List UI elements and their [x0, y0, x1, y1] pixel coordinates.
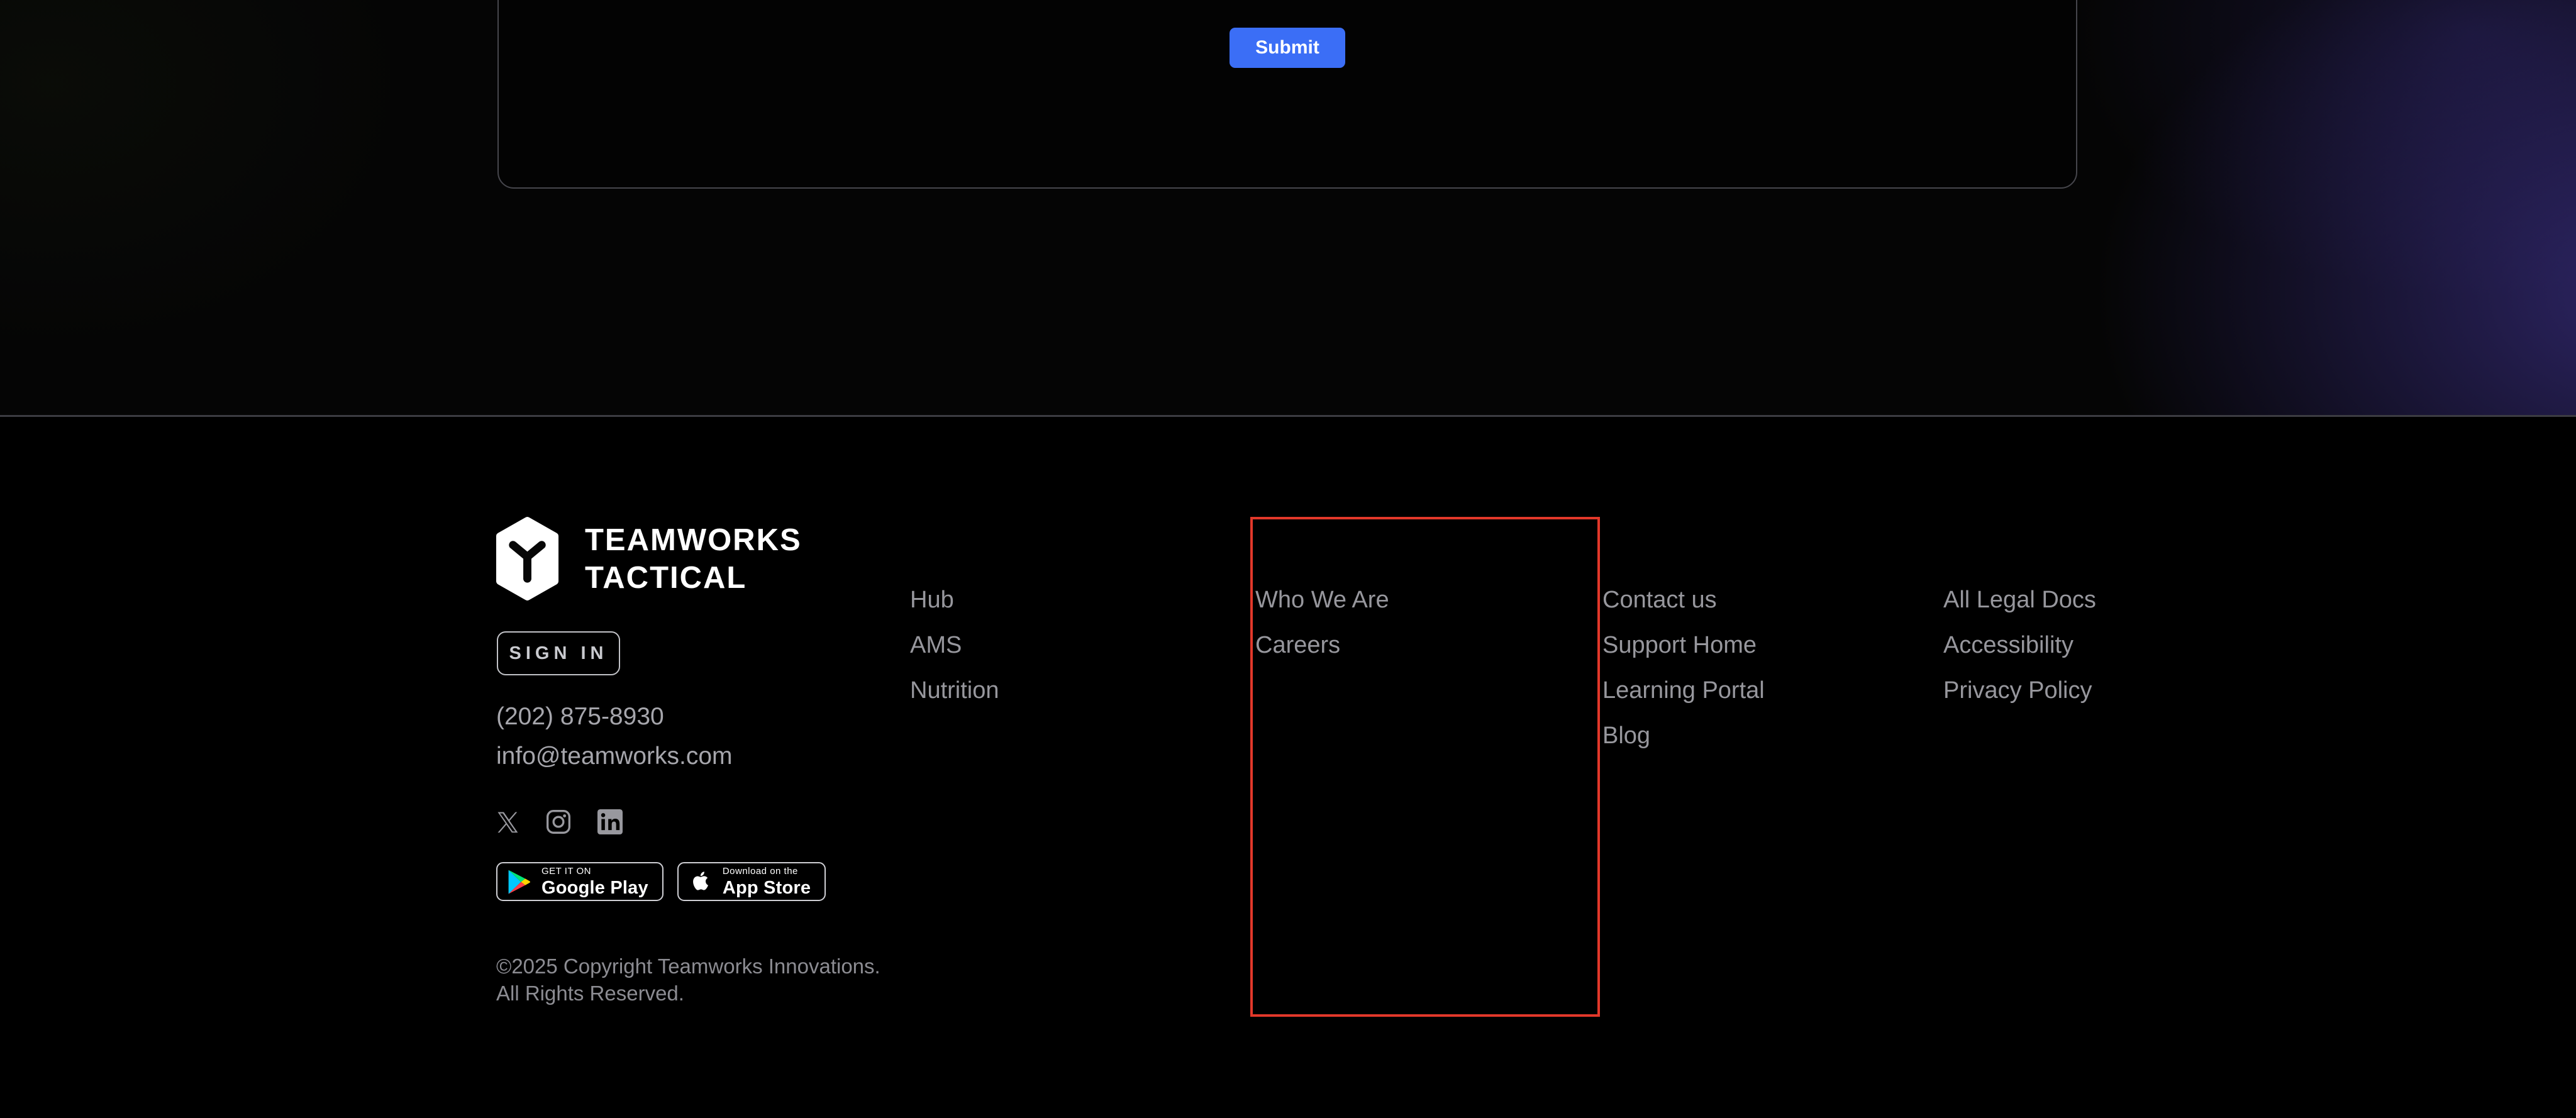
brand-logo: TEAMWORKS TACTICAL: [494, 514, 802, 603]
footer-link-all-legal-docs[interactable]: All Legal Docs: [1943, 585, 2096, 614]
footer-nav-company: Who We Are Careers: [1255, 585, 1389, 676]
sign-in-button[interactable]: SIGN IN: [497, 631, 620, 675]
app-store-tagline: Download on the: [722, 865, 798, 877]
app-store-label: App Store: [722, 877, 811, 898]
linkedin-icon[interactable]: [597, 809, 623, 834]
social-links: [496, 809, 623, 834]
footer-nav-products: Hub AMS Nutrition: [910, 585, 999, 721]
footer-link-careers[interactable]: Careers: [1255, 631, 1389, 660]
footer-link-blog[interactable]: Blog: [1602, 721, 1765, 750]
footer-link-learning-portal[interactable]: Learning Portal: [1602, 676, 1765, 705]
google-play-icon: [508, 869, 531, 894]
footer-link-accessibility[interactable]: Accessibility: [1943, 631, 2096, 660]
hero-section: Submit: [0, 0, 2576, 416]
footer-link-hub[interactable]: Hub: [910, 585, 999, 614]
copyright-line1: ©2025 Copyright Teamworks Innovations.: [496, 955, 880, 978]
footer-link-contact-us[interactable]: Contact us: [1602, 585, 1765, 614]
footer: TEAMWORKS TACTICAL SIGN IN (202) 875-893…: [0, 417, 2576, 1118]
google-play-badge[interactable]: GET IT ON Google Play: [496, 862, 663, 901]
form-card: Submit: [497, 0, 2077, 189]
email-link[interactable]: info@teamworks.com: [496, 743, 733, 770]
google-play-tagline: GET IT ON: [541, 865, 591, 877]
footer-link-who-we-are[interactable]: Who We Are: [1255, 585, 1389, 614]
copyright-line2: All Rights Reserved.: [496, 982, 684, 1005]
copyright-text: ©2025 Copyright Teamworks Innovations. A…: [496, 953, 880, 1007]
footer-nav-support: Contact us Support Home Learning Portal …: [1602, 585, 1765, 767]
instagram-icon[interactable]: [546, 809, 571, 834]
google-play-label: Google Play: [541, 877, 648, 898]
brand-name-line1: TEAMWORKS: [585, 523, 802, 557]
footer-link-nutrition[interactable]: Nutrition: [910, 676, 999, 705]
submit-button[interactable]: Submit: [1230, 28, 1345, 68]
app-store-badge[interactable]: Download on the App Store: [677, 862, 826, 901]
footer-link-support-home[interactable]: Support Home: [1602, 631, 1765, 660]
x-icon[interactable]: [496, 811, 519, 834]
brand-wordmark: TEAMWORKS TACTICAL: [585, 521, 802, 597]
teamworks-hexagon-logo-icon: [494, 514, 561, 603]
footer-link-privacy-policy[interactable]: Privacy Policy: [1943, 676, 2096, 705]
phone-link[interactable]: (202) 875-8930: [496, 703, 664, 731]
brand-name-line2: TACTICAL: [585, 560, 747, 595]
footer-nav-legal: All Legal Docs Accessibility Privacy Pol…: [1943, 585, 2096, 721]
app-badges: GET IT ON Google Play Download on the Ap…: [496, 862, 826, 901]
apple-icon: [689, 869, 713, 894]
footer-link-ams[interactable]: AMS: [910, 631, 999, 660]
